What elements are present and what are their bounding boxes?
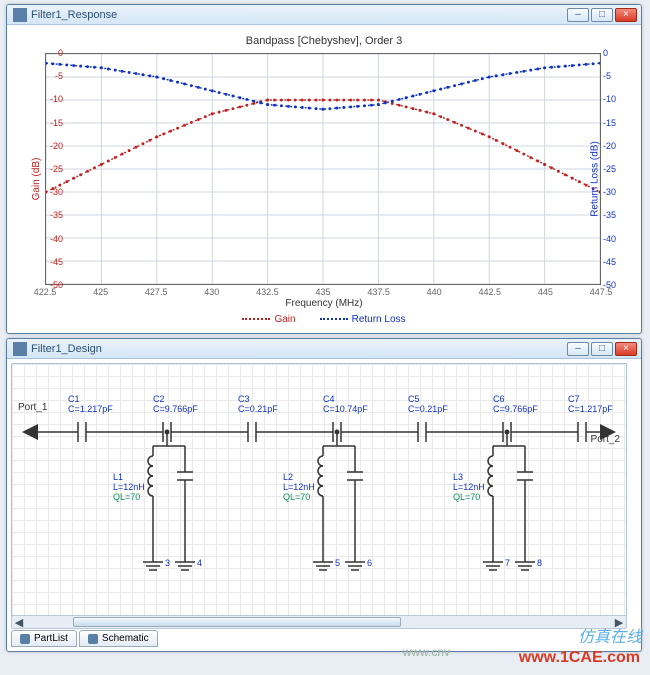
x-ticks: 422.5425427.5430432.5435437.5440442.5445… [45, 287, 601, 299]
cap-label-c2: C2C=9.766pF [153, 394, 198, 414]
cap-label-c5: C5C=0.21pF [408, 394, 448, 414]
window-icon [13, 342, 27, 356]
cap-label-c4: C4C=10.74pF [323, 394, 368, 414]
design-titlebar[interactable]: Filter1_Design – □ × [7, 339, 641, 359]
response-titlebar[interactable]: Filter1_Response – □ × [7, 5, 641, 25]
y-axis-right-label: Return Loss (dB) [590, 141, 601, 217]
scroll-right-button[interactable]: ▶ [612, 616, 626, 628]
port1-label: Port_1 [18, 402, 47, 413]
design-window: Filter1_Design – □ × 3 4 5 6 7 8 Port_1 Port_… [6, 338, 642, 652]
plot-svg [46, 54, 600, 284]
schematic-icon [88, 634, 98, 644]
scroll-track[interactable] [26, 616, 612, 628]
svg-text:4: 4 [197, 558, 202, 568]
legend-swatch-gain [242, 318, 270, 320]
chart-legend: Gain Return Loss [13, 314, 635, 325]
y-ticks-left: 0-5-10-15-20-25-30-35-40-45-50 [27, 53, 45, 285]
design-body: 3 4 5 6 7 8 Port_1 Port_2 C1C=1.217pF C2C=9.76… [7, 359, 641, 651]
window-icon [13, 8, 27, 22]
svg-text:6: 6 [367, 558, 372, 568]
legend-returnloss: Return Loss [352, 314, 406, 325]
tab-schematic[interactable]: Schematic [79, 630, 158, 647]
design-title: Filter1_Design [31, 343, 565, 355]
scroll-thumb[interactable] [73, 617, 401, 627]
ind-label-l1: L1L=12nHQL=70 [113, 472, 145, 502]
maximize-button[interactable]: □ [591, 342, 613, 356]
response-window: Filter1_Response – □ × Bandpass [Chebysh… [6, 4, 642, 334]
legend-swatch-returnloss [320, 318, 348, 320]
ind-label-l2: L2L=12nHQL=70 [283, 472, 315, 502]
schematic-scrollbar[interactable]: ◀ ▶ [11, 615, 627, 629]
svg-text:3: 3 [165, 558, 170, 568]
chart-title: Bandpass [Chebyshev], Order 3 [13, 35, 635, 47]
minimize-button[interactable]: – [567, 8, 589, 22]
x-axis-label: Frequency (MHz) [13, 298, 635, 309]
cap-label-c6: C6C=9.766pF [493, 394, 538, 414]
scroll-left-button[interactable]: ◀ [12, 616, 26, 628]
cap-label-c3: C3C=0.21pF [238, 394, 278, 414]
cap-label-c7: C7C=1.217pF [568, 394, 613, 414]
svg-text:7: 7 [505, 558, 510, 568]
schematic-canvas[interactable]: 3 4 5 6 7 8 Port_1 Port_2 C1C=1.217pF C2C=9.76… [11, 363, 627, 625]
port2-label: Port_2 [591, 434, 620, 445]
maximize-button[interactable]: □ [591, 8, 613, 22]
close-button[interactable]: × [615, 342, 637, 356]
cap-label-c1: C1C=1.217pF [68, 394, 113, 414]
chart-area[interactable]: Bandpass [Chebyshev], Order 3 Gain (dB) … [13, 31, 635, 327]
svg-text:5: 5 [335, 558, 340, 568]
design-tabs: PartList Schematic [11, 630, 158, 647]
close-button[interactable]: × [615, 8, 637, 22]
response-title: Filter1_Response [31, 9, 565, 21]
minimize-button[interactable]: – [567, 342, 589, 356]
plot-frame [45, 53, 601, 285]
response-body: Bandpass [Chebyshev], Order 3 Gain (dB) … [7, 25, 641, 333]
svg-text:8: 8 [537, 558, 542, 568]
y-ticks-right: 0-5-10-15-20-25-30-35-40-45-50 [603, 53, 621, 285]
legend-gain: Gain [274, 314, 295, 325]
partlist-icon [20, 634, 30, 644]
ind-label-l3: L3L=12nHQL=70 [453, 472, 485, 502]
tab-partlist[interactable]: PartList [11, 630, 77, 647]
